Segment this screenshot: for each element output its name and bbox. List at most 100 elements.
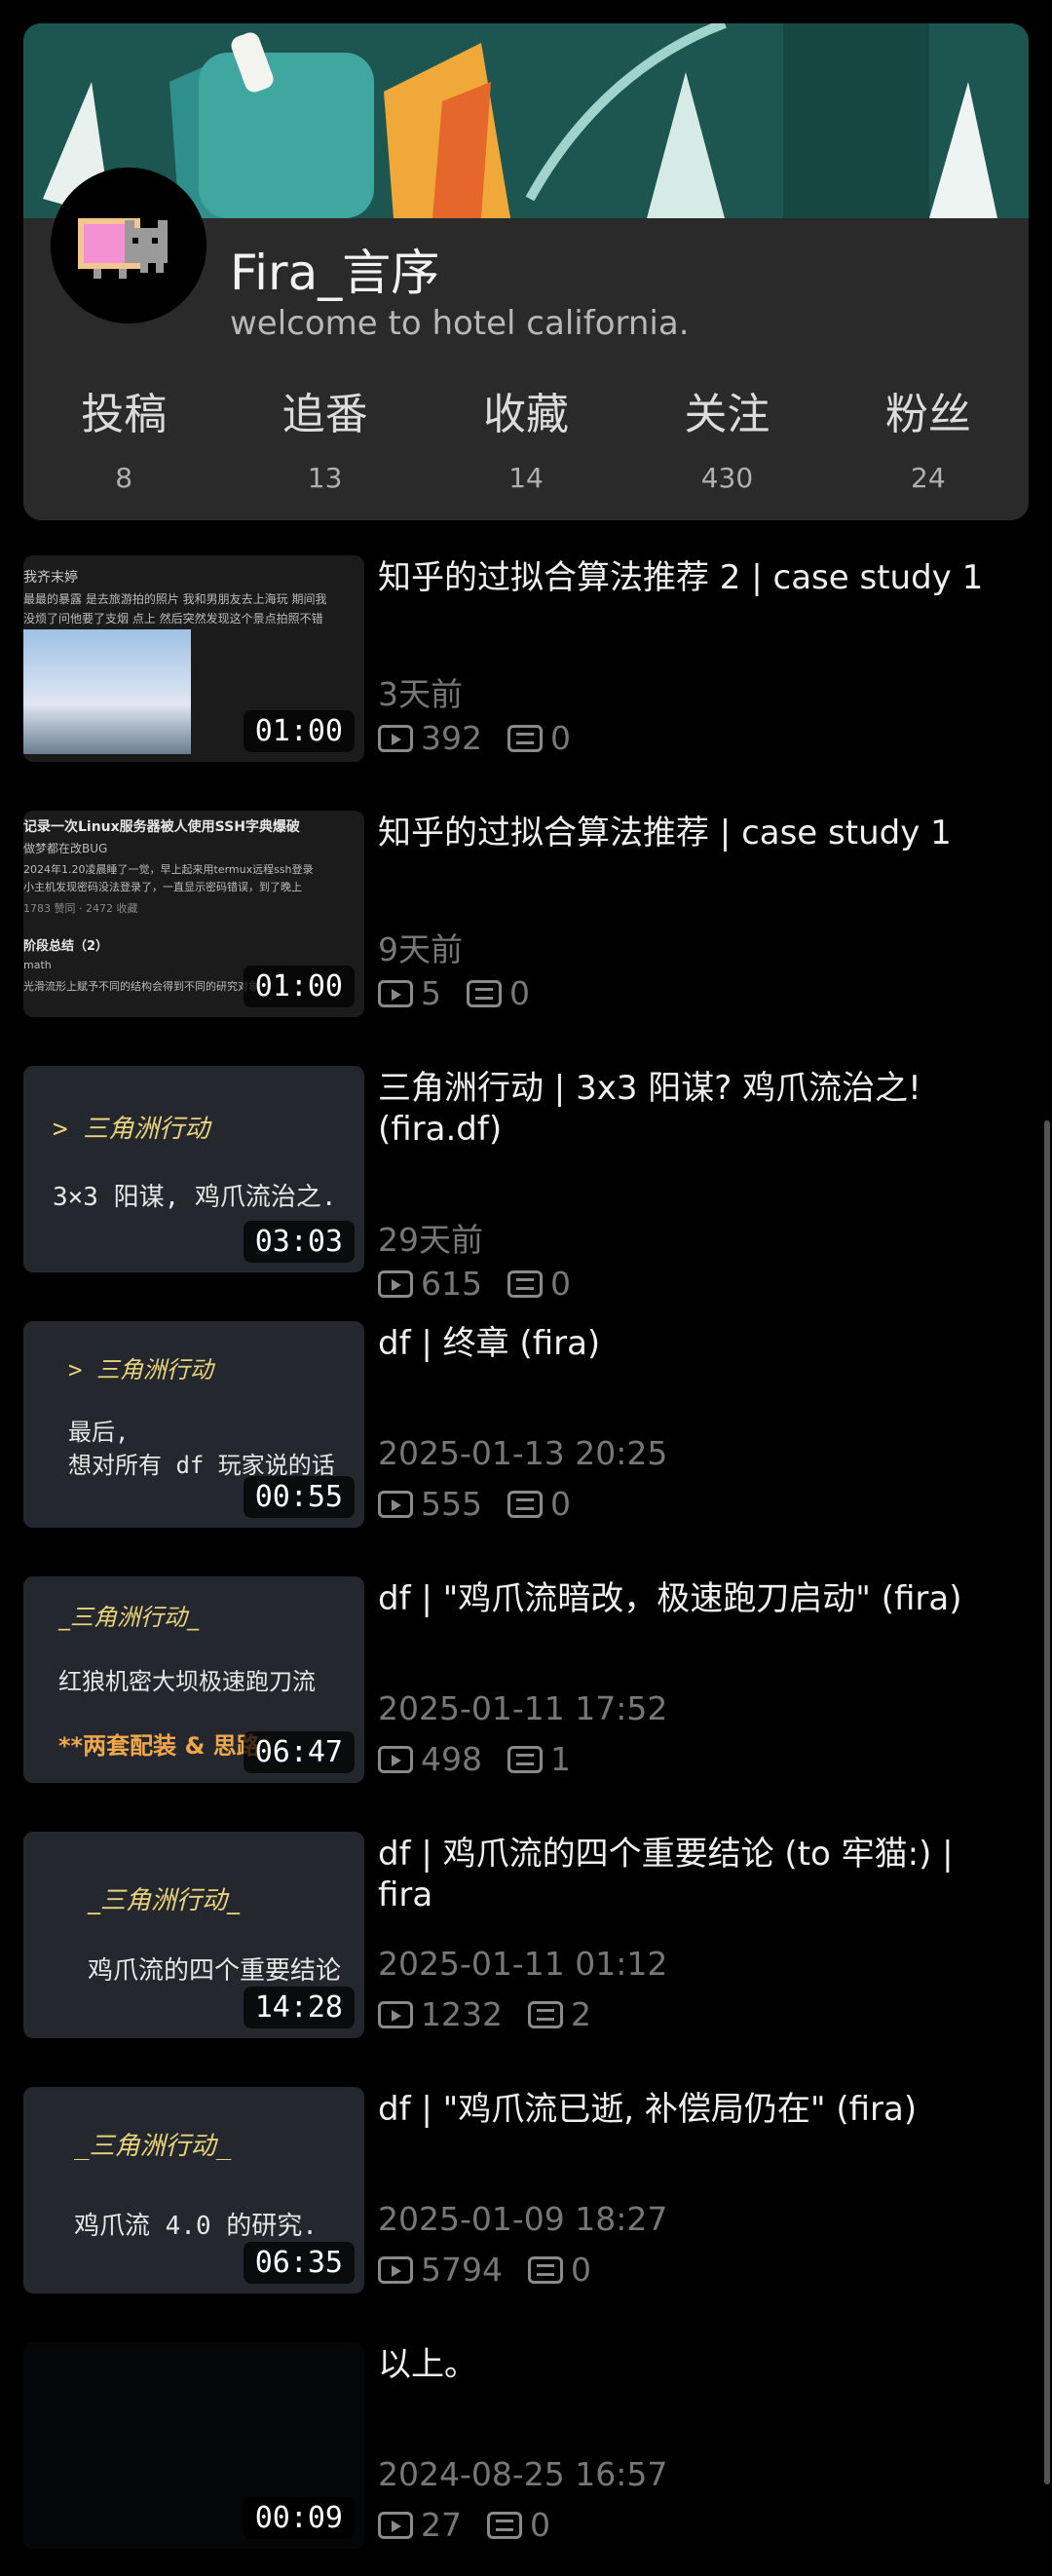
view-count: 27 <box>421 2506 462 2544</box>
play-count-icon <box>378 2255 413 2284</box>
video-thumbnail[interactable]: > 三角洲行动 3×3 阳谋, 鸡爪流治之. 03:03 <box>23 1066 364 1272</box>
stat-followers[interactable]: 粉丝 24 <box>828 386 1029 503</box>
video-duration: 14:28 <box>243 1987 355 2028</box>
play-count-icon <box>378 979 413 1007</box>
stat-value: 8 <box>115 462 133 494</box>
stat-value: 430 <box>700 462 754 494</box>
video-item[interactable]: _三角洲行动_ 红狼机密大坝极速跑刀流 **两套配装 & 思路 06:47 df… <box>0 1567 1052 1783</box>
danmaku-count: 2 <box>570 1995 591 2033</box>
scrollbar[interactable] <box>1044 1120 1050 2484</box>
video-item[interactable]: > 三角洲行动 最后, 想对所有 df 玩家说的话 00:55 df | 终章 … <box>0 1311 1052 1528</box>
video-thumbnail[interactable]: _三角洲行动_ 鸡爪流的四个重要结论 14:28 <box>23 1832 364 2038</box>
stat-label: 粉丝 <box>884 390 971 439</box>
stat-bangumi[interactable]: 追番 13 <box>224 386 425 503</box>
danmaku-count: 0 <box>570 2251 591 2289</box>
video-item[interactable]: _三角洲行动_ 鸡爪流 4.0 的研究. 06:35 df | "鸡爪流已逝, … <box>0 2077 1052 2293</box>
thumb-text: 鸡爪流的四个重要结论 <box>88 1956 342 1986</box>
video-item[interactable]: _三角洲行动_ 鸡爪流的四个重要结论 14:28 df | 鸡爪流的四个重要结论… <box>0 1822 1052 2038</box>
danmaku-icon <box>507 1745 543 1773</box>
play-count-icon <box>378 1745 413 1773</box>
thumb-text: > 三角洲行动 <box>68 1356 213 1383</box>
thumb-text: _三角洲行动_ <box>74 2132 232 2161</box>
video-metrics: 615 0 <box>378 1265 571 1303</box>
video-item[interactable]: 记录一次Linux服务器被人使用SSH字典爆破 做梦都在改BUG 2024年1.… <box>0 801 1052 1017</box>
video-date: 3天前 <box>378 675 463 713</box>
danmaku-icon <box>507 724 543 752</box>
stat-submissions[interactable]: 投稿 8 <box>23 386 224 503</box>
video-duration: 01:00 <box>243 966 355 1007</box>
video-metrics: 5 0 <box>378 974 530 1012</box>
danmaku-icon <box>467 979 502 1007</box>
danmaku-count: 1 <box>550 1740 571 1778</box>
danmaku-icon <box>487 2511 522 2539</box>
video-duration: 00:09 <box>243 2497 355 2539</box>
video-title[interactable]: df | 鸡爪流的四个重要结论 (to 牢猫:) | fira <box>378 1834 1011 1915</box>
play-count-icon <box>378 2000 413 2028</box>
view-count: 1232 <box>421 1995 503 2033</box>
stat-value: 24 <box>911 462 946 494</box>
video-title[interactable]: df | "鸡爪流暗改，极速跑刀启动" (fira) <box>378 1578 1011 1619</box>
video-duration: 01:00 <box>243 710 355 752</box>
video-thumbnail[interactable]: 我齐末婷 最最的暴露 是去旅游拍的照片 我和男朋友去上海玩 期间我 没烦了问他要… <box>23 555 364 762</box>
thumb-text: 光滑流形上赋予不同的结构会得到不同的研究对象 <box>23 980 259 993</box>
video-date: 2025-01-13 20:25 <box>378 1434 668 1472</box>
play-count-icon <box>378 724 413 752</box>
thumb-text: 3×3 阳谋, 鸡爪流治之. <box>53 1183 337 1212</box>
thumb-text: 小主机发现密码没法登录了，一直显示密码错误，到了晚上 <box>23 881 302 893</box>
video-metrics: 555 0 <box>378 1485 571 1523</box>
danmaku-count: 0 <box>509 974 530 1012</box>
video-item[interactable]: > 三角洲行动 3×3 阳谋, 鸡爪流治之. 03:03 三角洲行动 | 3x3… <box>0 1056 1052 1303</box>
video-metrics: 392 0 <box>378 719 571 757</box>
video-item[interactable]: 我齐末婷 最最的暴露 是去旅游拍的照片 我和男朋友去上海玩 期间我 没烦了问他要… <box>0 546 1052 762</box>
thumb-text: 红狼机密大坝极速跑刀流 <box>58 1668 316 1695</box>
thumb-text: **两套配装 & 思路 <box>58 1732 260 1760</box>
thumb-text: > 三角洲行动 <box>53 1115 210 1144</box>
video-title[interactable]: 三角洲行动 | 3x3 阳谋? 鸡爪流治之! (fira.df) <box>378 1068 1011 1150</box>
play-count-icon <box>378 2511 413 2539</box>
view-count: 498 <box>421 1740 482 1778</box>
video-metrics: 27 0 <box>378 2506 550 2544</box>
nyan-cat-avatar-icon <box>51 168 207 323</box>
thumb-text: 鸡爪流 4.0 的研究. <box>74 2212 318 2241</box>
stat-value: 13 <box>307 462 343 494</box>
thumb-text: 1783 赞同 · 2472 收藏 <box>23 902 138 915</box>
play-count-icon <box>378 1269 413 1298</box>
thumb-text: 记录一次Linux服务器被人使用SSH字典爆破 <box>23 819 300 835</box>
danmaku-icon <box>527 2000 563 2028</box>
video-item[interactable]: 00:09 以上。 2024-08-25 16:57 27 0 <box>0 2332 1052 2549</box>
stats-row: 投稿 8 追番 13 收藏 14 关注 430 粉丝 24 <box>23 386 1029 503</box>
thumb-text: 我齐末婷 <box>23 570 78 586</box>
video-title[interactable]: df | "鸡爪流已逝, 补偿局仍在" (fira) <box>378 2089 1011 2130</box>
video-date: 2025-01-11 17:52 <box>378 1689 668 1727</box>
view-count: 615 <box>421 1265 482 1303</box>
stat-value: 14 <box>508 462 544 494</box>
video-thumbnail[interactable]: _三角洲行动_ 鸡爪流 4.0 的研究. 06:35 <box>23 2087 364 2293</box>
danmaku-count: 0 <box>550 1265 571 1303</box>
video-title[interactable]: 知乎的过拟合算法推荐 | case study 1 <box>378 813 1011 853</box>
thumb-text: 没烦了问他要了支烟 点上 然后突然发现这个景点拍照不错 <box>23 612 323 625</box>
thumb-text: 阶段总结（2） <box>23 939 109 954</box>
video-thumbnail[interactable]: 记录一次Linux服务器被人使用SSH字典爆破 做梦都在改BUG 2024年1.… <box>23 811 364 1017</box>
danmaku-count: 0 <box>530 2506 550 2544</box>
video-title[interactable]: df | 终章 (fira) <box>378 1323 1011 1364</box>
video-thumbnail[interactable]: > 三角洲行动 最后, 想对所有 df 玩家说的话 00:55 <box>23 1321 364 1528</box>
danmaku-icon <box>507 1490 543 1518</box>
avatar[interactable] <box>51 168 207 323</box>
video-duration: 00:55 <box>243 1476 355 1518</box>
thumb-text: 最后, <box>68 1419 130 1446</box>
video-thumbnail[interactable]: 00:09 <box>23 2342 364 2549</box>
danmaku-count: 0 <box>550 1485 571 1523</box>
video-date: 2025-01-09 18:27 <box>378 2200 668 2238</box>
video-metrics: 5794 0 <box>378 2251 591 2289</box>
view-count: 555 <box>421 1485 482 1523</box>
stat-label: 收藏 <box>483 390 570 439</box>
stat-following[interactable]: 关注 430 <box>626 386 827 503</box>
video-thumbnail[interactable]: _三角洲行动_ 红狼机密大坝极速跑刀流 **两套配装 & 思路 06:47 <box>23 1576 364 1783</box>
video-title[interactable]: 以上。 <box>378 2344 1011 2385</box>
stat-favorites[interactable]: 收藏 14 <box>426 386 626 503</box>
stat-label: 投稿 <box>81 390 168 439</box>
stat-label: 关注 <box>684 390 770 439</box>
thumb-text: 想对所有 df 玩家说的话 <box>68 1452 335 1479</box>
video-date: 9天前 <box>378 930 463 968</box>
video-title[interactable]: 知乎的过拟合算法推荐 2 | case study 1 <box>378 557 1011 598</box>
